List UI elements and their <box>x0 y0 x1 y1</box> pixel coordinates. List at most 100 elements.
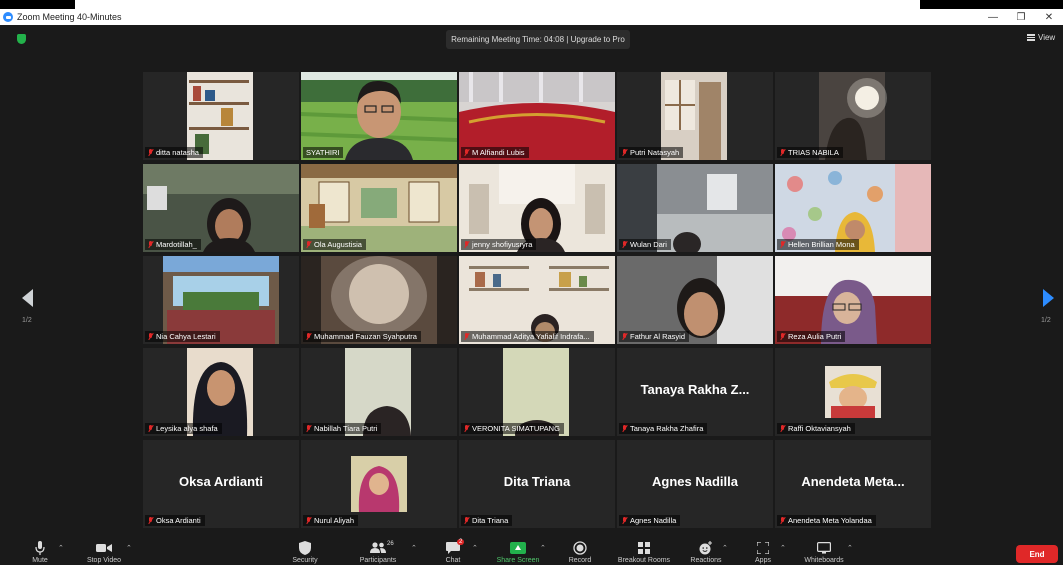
participant-tile[interactable]: Nabillah Tiara Putri <box>301 348 457 436</box>
participant-display-name: Agnes Nadilla <box>652 474 738 489</box>
reactions-label: Reactions <box>690 557 722 564</box>
participant-tile-profile-picture[interactable]: Raffi Oktaviansyah <box>775 348 931 436</box>
participant-name: Ola Augustisia <box>314 240 362 249</box>
participant-name-tag: SYATHIRI <box>303 147 344 158</box>
participant-name-tag: Nurul Aliyah <box>303 515 359 526</box>
participant-name: Dita Triana <box>472 516 509 525</box>
participant-tile[interactable]: VERONITA SIMATUPANG <box>459 348 615 436</box>
chevron-up-icon[interactable]: ⌃ <box>472 544 478 552</box>
participant-name: Leysika alya shafa <box>156 424 218 433</box>
participant-name: Oksa Ardianti <box>156 516 201 525</box>
participant-tile-profile-picture[interactable]: Nurul Aliyah <box>301 440 457 528</box>
participant-tile[interactable]: Leysika alya shafa <box>143 348 299 436</box>
stop-video-label: Stop Video <box>86 557 122 564</box>
participant-name-tag: Anendeta Meta Yolandaa <box>777 515 876 526</box>
close-button[interactable]: ✕ <box>1035 12 1063 23</box>
top-band-block <box>0 0 75 9</box>
participant-name: Tanaya Rakha Zhafira <box>630 424 704 433</box>
participant-tile[interactable]: Muhammad Aditya Yafialif Indrafa... <box>459 256 615 344</box>
minimize-button[interactable]: — <box>979 12 1007 23</box>
mic-muted-icon <box>780 517 785 524</box>
next-page-arrow-icon[interactable] <box>1043 289 1054 307</box>
participant-tile[interactable]: Reza Aulia Putri <box>775 256 931 344</box>
participant-tile-no-video[interactable]: Agnes Nadilla Agnes Nadilla <box>617 440 773 528</box>
participant-tile-no-video[interactable]: Anendeta Meta... Anendeta Meta Yolandaa <box>775 440 931 528</box>
participant-tile[interactable]: Muhammad Fauzan Syahputra <box>301 256 457 344</box>
view-button[interactable]: View <box>1027 33 1055 42</box>
remaining-time-banner[interactable]: Remaining Meeting Time: 04:08 | Upgrade … <box>446 30 630 49</box>
end-meeting-button[interactable]: End <box>1016 545 1058 563</box>
participant-tile[interactable]: jenny shofiyusryra <box>459 164 615 252</box>
participant-tile[interactable]: Nia Cahya Lestari <box>143 256 299 344</box>
mic-muted-icon <box>148 517 153 524</box>
participant-name-tag: Tanaya Rakha Zhafira <box>619 423 708 434</box>
record-button[interactable]: Record <box>550 540 610 565</box>
share-screen-button[interactable]: Share Screen <box>488 540 548 565</box>
previous-page-arrow-icon[interactable] <box>22 289 33 307</box>
participants-button[interactable]: 26 Participants <box>348 540 408 565</box>
chat-unread-badge: 2 <box>457 539 465 545</box>
participant-name: Nurul Aliyah <box>314 516 355 525</box>
whiteboards-button[interactable]: Whiteboards <box>794 540 854 565</box>
participant-name: Hellen Brillian Mona <box>788 240 855 249</box>
security-button[interactable]: Security <box>275 540 335 565</box>
mic-muted-icon <box>464 517 469 524</box>
participant-tile-no-video[interactable]: Tanaya Rakha Z... Tanaya Rakha Zhafira <box>617 348 773 436</box>
participant-name-tag: Agnes Nadilla <box>619 515 681 526</box>
meeting-toolbar: Mute ⌃ Stop Video ⌃ Security 26 Particip… <box>0 539 1063 565</box>
chevron-up-icon[interactable]: ⌃ <box>780 544 786 552</box>
participant-tile[interactable]: Mardotillah_ <box>143 164 299 252</box>
participant-name: Putri Natasyah <box>630 148 680 157</box>
mic-muted-icon <box>780 149 785 156</box>
whiteboard-icon <box>794 540 854 556</box>
breakout-rooms-icon <box>614 540 674 556</box>
participant-name: Muhammad Aditya Yafialif Indrafa... <box>472 332 590 341</box>
chevron-up-icon[interactable]: ⌃ <box>847 544 853 552</box>
participant-tile-no-video[interactable]: Oksa Ardianti Oksa Ardianti <box>143 440 299 528</box>
chevron-up-icon[interactable]: ⌃ <box>722 544 728 552</box>
mic-muted-icon <box>464 425 469 432</box>
chevron-up-icon[interactable]: ⌃ <box>540 544 546 552</box>
participant-tile-no-video[interactable]: Dita Triana Dita Triana <box>459 440 615 528</box>
mic-muted-icon <box>306 517 311 524</box>
participant-display-name: Tanaya Rakha Z... <box>640 382 750 397</box>
participant-name-tag: Nia Cahya Lestari <box>145 331 220 342</box>
participant-name: jenny shofiyusryra <box>472 240 533 249</box>
participant-tile[interactable]: Putri Natasyah <box>617 72 773 160</box>
participant-name: Muhammad Fauzan Syahputra <box>314 332 417 341</box>
participant-tile[interactable]: TRIAS NABILA <box>775 72 931 160</box>
mic-muted-icon <box>464 149 469 156</box>
mic-muted-icon <box>622 333 627 340</box>
mic-muted-icon <box>306 333 311 340</box>
video-grid: ditta natasha SYATHIRI M Alfiandi Lubis <box>143 72 933 528</box>
participant-tile[interactable]: Ola Augustisia <box>301 164 457 252</box>
participant-name: Nabillah Tiara Putri <box>314 424 378 433</box>
grid-view-icon <box>1027 34 1035 41</box>
mute-label: Mute <box>32 557 48 564</box>
participant-name: Reza Aulia Putri <box>788 332 842 341</box>
meeting-area: Remaining Meeting Time: 04:08 | Upgrade … <box>0 25 1063 540</box>
chevron-up-icon[interactable]: ⌃ <box>126 544 132 552</box>
zoom-logo-icon <box>3 12 13 22</box>
participant-tile[interactable]: Hellen Brillian Mona <box>775 164 931 252</box>
participant-tile[interactable]: Wulan Dari <box>617 164 773 252</box>
chevron-up-icon[interactable]: ⌃ <box>58 544 64 552</box>
mic-muted-icon <box>622 425 627 432</box>
mic-muted-icon <box>306 425 311 432</box>
encryption-shield-icon[interactable] <box>17 34 26 44</box>
participant-name: VERONITA SIMATUPANG <box>472 424 560 433</box>
participant-tile[interactable]: ditta natasha <box>143 72 299 160</box>
chevron-up-icon[interactable]: ⌃ <box>411 544 417 552</box>
participant-display-name: Anendeta Meta... <box>801 474 905 489</box>
participant-name-tag: Ola Augustisia <box>303 239 366 250</box>
participant-tile-active-speaker[interactable]: SYATHIRI <box>301 72 457 160</box>
participant-name-tag: ditta natasha <box>145 147 203 158</box>
participant-name: SYATHIRI <box>306 148 340 157</box>
participant-tile[interactable]: Fathur Al Rasyid <box>617 256 773 344</box>
participant-tile[interactable]: M Alfiandi Lubis <box>459 72 615 160</box>
mic-muted-icon <box>622 241 627 248</box>
breakout-rooms-button[interactable]: Breakout Rooms <box>614 540 674 565</box>
stop-video-button[interactable]: Stop Video <box>74 540 134 565</box>
restore-button[interactable]: ❐ <box>1007 12 1035 23</box>
participant-name-tag: Dita Triana <box>461 515 513 526</box>
